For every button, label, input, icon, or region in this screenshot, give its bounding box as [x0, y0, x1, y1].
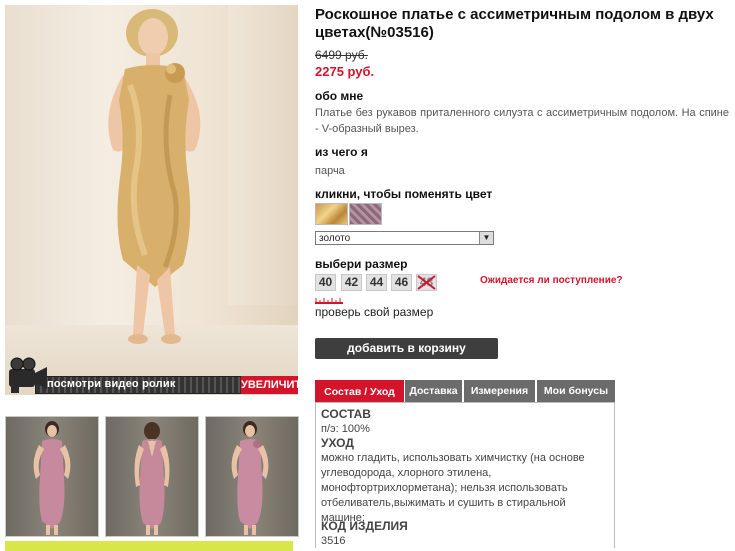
- about-heading: обо мне: [315, 89, 364, 103]
- add-to-cart-button[interactable]: добавить в корзину: [315, 338, 498, 359]
- info-tabs: Состав / Уход Доставка Измерения Мои бон…: [315, 380, 616, 402]
- product-code-value: 3516: [321, 535, 346, 547]
- color-heading: кликни, чтобы поменять цвет: [315, 187, 493, 201]
- tab-panel: СОСТАВ п/э: 100% УХОД можно гладить, исп…: [315, 402, 615, 548]
- size-option-42[interactable]: 42: [341, 274, 362, 291]
- tab-delivery[interactable]: Доставка: [405, 380, 463, 402]
- old-price: 6499 руб.: [315, 48, 368, 62]
- check-size-link[interactable]: проверь свой размер: [315, 305, 433, 319]
- color-select[interactable]: золото ▼: [315, 231, 494, 245]
- color-swatch-gold[interactable]: [315, 203, 348, 225]
- thumbnail-side-figure: [231, 421, 269, 535]
- tab-measurements[interactable]: Измерения: [464, 380, 536, 402]
- thumbnail-back-figure: [134, 422, 170, 535]
- thumbnail-back[interactable]: [105, 416, 199, 537]
- size-heading: выбери размер: [315, 257, 408, 271]
- watch-video-link[interactable]: посмотри видео ролик: [47, 376, 176, 392]
- size-option-48-unavailable: 48: [416, 274, 437, 291]
- tab-composition-care[interactable]: Состав / Уход: [315, 380, 404, 402]
- tab-bonuses[interactable]: Мои бонусы: [537, 380, 616, 402]
- color-swatch-pink[interactable]: [349, 203, 382, 225]
- ruler-icon: [315, 298, 343, 304]
- availability-link[interactable]: Ожидается ли поступление?: [480, 275, 623, 286]
- zoom-button[interactable]: УВЕЛИЧИТЬ: [241, 376, 309, 394]
- thumbnail-front-figure: [33, 421, 71, 535]
- video-bar: посмотри видео ролик УВЕЛИЧИТЬ: [5, 357, 309, 395]
- model-figure: [108, 9, 201, 344]
- material-heading: из чего я: [315, 145, 368, 159]
- composition-value: п/э: 100%: [321, 423, 370, 435]
- care-heading: УХОД: [321, 436, 354, 450]
- product-title: Роскошное платье с ассиметричным подолом…: [315, 6, 714, 41]
- composition-heading: СОСТАВ: [321, 407, 371, 421]
- unavailable-cross-icon: [417, 275, 436, 290]
- thumbnail-front[interactable]: [5, 416, 99, 537]
- size-option-46[interactable]: 46: [391, 274, 412, 291]
- size-option-40[interactable]: 40: [315, 274, 336, 291]
- dropdown-arrow-icon[interactable]: ▼: [479, 232, 493, 244]
- main-product-photo[interactable]: [5, 5, 298, 395]
- size-option-44[interactable]: 44: [366, 274, 387, 291]
- care-text: можно гладить, использовать химчистку (н…: [321, 452, 585, 524]
- material-text: парча: [315, 165, 345, 177]
- video-camera-icon[interactable]: [5, 355, 49, 395]
- color-select-value: золото: [319, 233, 351, 244]
- sale-price: 2275 руб.: [315, 64, 375, 79]
- thumbnail-side[interactable]: [205, 416, 299, 537]
- product-code-heading: КОД ИЗДЕЛИЯ: [321, 519, 408, 533]
- bottom-banner[interactable]: [5, 541, 293, 551]
- about-text: Платье без рукавов приталенного силуэта …: [315, 107, 729, 135]
